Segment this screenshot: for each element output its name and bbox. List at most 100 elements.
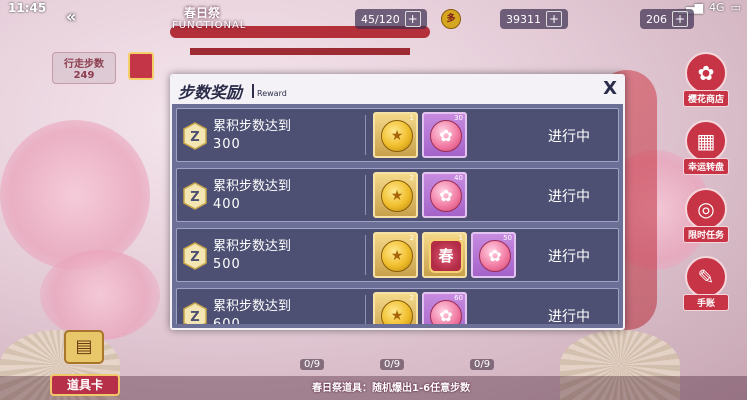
back-icon[interactable]: « — [66, 7, 76, 26]
reward-item-coin[interactable]: 2 ★ — [373, 232, 418, 278]
reward-item-sakura[interactable]: 50 ✿ — [471, 232, 516, 278]
lucky-wheel-button[interactable]: ▦ 幸运转盘 — [683, 120, 729, 175]
title-divider — [252, 84, 254, 98]
step-hex-icon: Z — [183, 182, 207, 210]
side-menu-label: 手账 — [683, 294, 729, 311]
reward-item-sakura[interactable]: 30 ✿ — [422, 112, 467, 158]
sakura-token-icon: ✿ — [430, 120, 462, 152]
steps-widget[interactable]: 行走步数 249 — [52, 52, 116, 84]
network-type: 4G — [709, 1, 725, 14]
reward-item-sakura[interactable]: 40 ✿ — [422, 172, 467, 218]
row-divider — [365, 235, 366, 275]
reward-list[interactable]: Z 累积步数达到 300 1 ★ 30 ✿ 进行中 Z 累积步数达到 400 2… — [176, 108, 619, 324]
row-description: 累积步数达到 300 — [213, 118, 291, 154]
reward-qty: 2 — [409, 174, 414, 182]
reward-qty: 50 — [503, 234, 512, 242]
row-label: 累积步数达到 — [213, 119, 292, 134]
sakura-token-icon: ✿ — [430, 300, 462, 324]
gift-icon[interactable] — [128, 52, 154, 80]
step-hex-icon: Z — [183, 122, 207, 150]
book-icon: ✎ — [685, 256, 727, 298]
star-coin-icon: ★ — [381, 120, 413, 152]
row-divider — [365, 295, 366, 324]
props-card-button[interactable]: 道具卡 — [50, 374, 120, 396]
star-coin-icon: ★ — [381, 300, 413, 324]
dice-count: 0/9 — [470, 359, 495, 370]
bottom-note: 春日祭道具：随机爆出1-6任意步数 — [312, 383, 471, 394]
sakura-shop-button[interactable]: ✿ 樱花商店 — [683, 52, 729, 107]
limited-task-button[interactable]: ◎ 限时任务 — [683, 188, 729, 243]
side-menu-label: 幸运转盘 — [683, 158, 729, 175]
reward-item-coin[interactable]: 2 ★ — [373, 292, 418, 324]
step-reward-dialog: 步数奖励 Reward X Z 累积步数达到 300 1 ★ 30 ✿ 进行中 … — [170, 74, 625, 330]
event-title: 春日祭 — [184, 6, 221, 20]
reward-items: 2 ★ 60 ✿ — [373, 292, 467, 324]
add-battery-button[interactable]: + — [672, 11, 688, 27]
reward-row: Z 累积步数达到 300 1 ★ 30 ✿ 进行中 — [176, 108, 619, 162]
reward-item-sakura[interactable]: 60 ✿ — [422, 292, 467, 324]
reward-items: 1 ★ 30 ✿ — [373, 112, 467, 158]
row-status: 进行中 — [548, 249, 590, 265]
sakura-icon: ✿ — [685, 52, 727, 94]
energy-value: 45/120 — [361, 12, 400, 26]
row-target: 300 — [213, 137, 241, 152]
row-description: 累积步数达到 500 — [213, 238, 291, 274]
row-divider — [365, 175, 366, 215]
svg-text:Z: Z — [190, 130, 199, 145]
target-icon: ◎ — [685, 188, 727, 230]
step-hex-icon: Z — [183, 302, 207, 324]
reward-row: Z 累积步数达到 600 2 ★ 60 ✿ 进行中 — [176, 288, 619, 324]
reward-qty: 30 — [454, 114, 463, 122]
row-label: 累积步数达到 — [213, 299, 292, 314]
add-energy-button[interactable]: + — [404, 11, 421, 27]
svg-text:Z: Z — [190, 190, 199, 205]
reward-qty: 60 — [454, 294, 463, 302]
dice-count: 0/9 — [300, 359, 325, 370]
close-button[interactable]: X — [603, 78, 617, 99]
steps-value: 249 — [73, 70, 95, 81]
svg-text:Z: Z — [190, 250, 199, 265]
row-description: 累积步数达到 400 — [213, 178, 291, 214]
row-description: 累积步数达到 600 — [213, 298, 291, 324]
reward-items: 2 ★ 1 春 50 ✿ — [373, 232, 516, 278]
event-subtitle: FUNCTIONAL — [172, 20, 247, 31]
star-coin-icon: ★ — [381, 240, 413, 272]
spring-badge-icon: 春 — [429, 239, 463, 273]
row-status: 进行中 — [548, 309, 590, 324]
battery-value: 206 — [646, 12, 667, 26]
reward-qty: 2 — [409, 234, 414, 242]
props-card-icon[interactable]: ▤ — [64, 330, 104, 364]
blossom-cluster — [0, 120, 150, 270]
side-menu-label: 限时任务 — [683, 226, 729, 243]
reward-qty: 2 — [409, 294, 414, 302]
reward-item-coin[interactable]: 1 ★ — [373, 112, 418, 158]
row-target: 500 — [213, 257, 241, 272]
journal-button[interactable]: ✎ 手账 — [683, 256, 729, 311]
row-status: 进行中 — [548, 189, 590, 205]
add-coins-button[interactable]: + — [546, 11, 562, 27]
sakura-token-icon: ✿ — [430, 180, 462, 212]
steps-label: 行走步数 — [64, 59, 104, 70]
sakura-token-icon: ✿ — [479, 240, 511, 272]
row-target: 400 — [213, 197, 241, 212]
battery-icon: ▭ — [730, 1, 741, 14]
star-coin-icon: ★ — [381, 180, 413, 212]
row-label: 累积步数达到 — [213, 179, 292, 194]
coin-counter: 39311 + — [500, 9, 568, 29]
coin-currency-icon: 多 — [441, 9, 461, 29]
torii-lower-beam — [190, 48, 410, 55]
step-hex-icon: Z — [183, 242, 207, 270]
battery-counter: 206 + — [640, 9, 694, 29]
row-status: 进行中 — [548, 129, 590, 145]
reward-row: Z 累积步数达到 400 2 ★ 40 ✿ 进行中 — [176, 168, 619, 222]
energy-counter: 45/120 + — [355, 9, 427, 29]
reward-item-spring-badge[interactable]: 1 春 — [422, 232, 467, 278]
blossom-cluster — [40, 250, 160, 340]
status-time: 11:45 — [8, 1, 47, 15]
reward-item-coin[interactable]: 2 ★ — [373, 172, 418, 218]
dialog-subtitle: Reward — [257, 89, 287, 98]
dialog-header: 步数奖励 Reward X — [172, 76, 623, 104]
dice-count: 0/9 — [380, 359, 405, 370]
coin-value: 39311 — [506, 12, 541, 26]
side-menu-label: 樱花商店 — [683, 90, 729, 107]
